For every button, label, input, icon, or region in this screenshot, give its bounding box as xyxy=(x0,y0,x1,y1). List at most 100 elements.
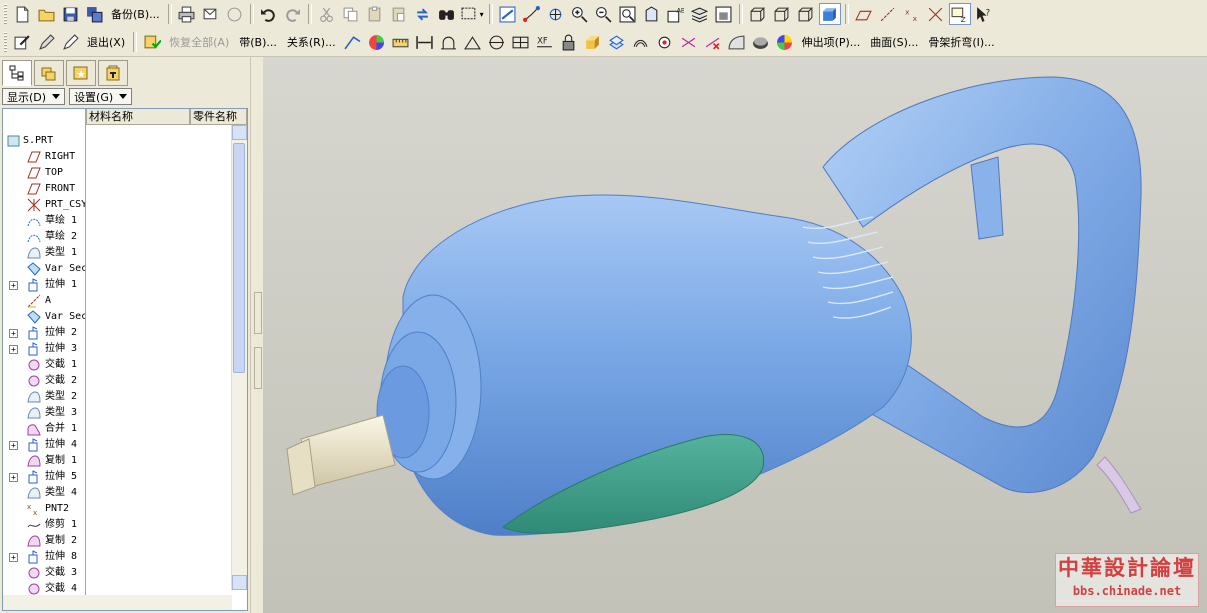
relation-button[interactable]: 关系(R)... xyxy=(283,31,340,53)
layers-icon[interactable] xyxy=(689,3,711,25)
tree-item[interactable]: 交截 2 xyxy=(3,373,85,389)
tree-item[interactable]: Var Sect Sweep xyxy=(3,309,85,325)
tree-vertical-scrollbar[interactable] xyxy=(231,125,247,590)
settings-menu[interactable]: 设置(G) xyxy=(69,88,133,105)
tree-item[interactable]: 复制 2 xyxy=(3,533,85,549)
reorient-icon[interactable] xyxy=(641,3,663,25)
section-icon[interactable] xyxy=(510,31,532,53)
saved-views-icon[interactable]: AB xyxy=(665,3,687,25)
find-icon[interactable] xyxy=(436,3,458,25)
angle-icon[interactable] xyxy=(462,31,484,53)
tree-item[interactable]: PRT_CSYS xyxy=(3,197,85,213)
tree-item[interactable]: S.PRT xyxy=(3,133,85,149)
diameter-icon[interactable] xyxy=(486,31,508,53)
hidden-line-icon[interactable] xyxy=(771,3,793,25)
restore-icon[interactable] xyxy=(141,31,163,53)
surface-area-icon[interactable] xyxy=(438,31,460,53)
color-appearance-icon[interactable] xyxy=(366,31,388,53)
tree-item[interactable]: + 拉伸 2 xyxy=(3,325,85,341)
select-box-icon[interactable]: ▾ xyxy=(460,3,485,25)
connections-tab[interactable] xyxy=(98,60,128,86)
expand-icon[interactable]: + xyxy=(9,441,18,450)
stacked-surfaces-icon[interactable] xyxy=(606,31,628,53)
blend-icon[interactable] xyxy=(630,31,652,53)
distance-icon[interactable] xyxy=(414,31,436,53)
rib-icon[interactable] xyxy=(702,31,724,53)
tree-item[interactable]: 修剪 1 xyxy=(3,517,85,533)
tree-item[interactable]: + 拉伸 3 xyxy=(3,341,85,357)
round-icon[interactable] xyxy=(726,31,748,53)
draft-icon[interactable] xyxy=(654,31,676,53)
panel-splitter[interactable] xyxy=(250,57,264,613)
edit-definition-icon[interactable] xyxy=(11,31,33,53)
exit-button[interactable]: 退出(X) xyxy=(83,31,129,53)
column-header-part[interactable]: 零件名称 xyxy=(190,109,247,125)
shading-icon[interactable] xyxy=(818,3,841,25)
save-icon[interactable] xyxy=(59,3,81,25)
tree-item[interactable]: Var Sect Sweep xyxy=(3,261,85,277)
scroll-down-arrow[interactable] xyxy=(232,575,247,590)
expand-icon[interactable]: + xyxy=(9,281,18,290)
tree-item[interactable]: 草绘 2 xyxy=(3,229,85,245)
tree-item[interactable]: 草绘 1 xyxy=(3,213,85,229)
new-file-icon[interactable] xyxy=(11,3,33,25)
band-button[interactable]: 带(B)... xyxy=(235,31,281,53)
expand-icon[interactable]: + xyxy=(9,553,18,562)
tree-item[interactable]: A xyxy=(3,293,85,309)
tree-item[interactable]: 类型 4 xyxy=(3,485,85,501)
tree-item[interactable]: + 拉伸 8 xyxy=(3,549,85,565)
model-tree-tab[interactable] xyxy=(2,60,32,86)
extrude-item-button[interactable]: 伸出项(P)... xyxy=(798,31,865,53)
print-icon[interactable] xyxy=(176,3,198,25)
tree-item[interactable]: 类型 1 xyxy=(3,245,85,261)
tree-item[interactable]: 合并 1 xyxy=(3,421,85,437)
column-header-material[interactable]: 材料名称 xyxy=(86,109,190,125)
folder-browser-tab[interactable] xyxy=(34,60,64,86)
display-menu[interactable]: 显示(D) xyxy=(2,88,66,105)
analysis-icon[interactable] xyxy=(774,31,796,53)
zoom-out-icon[interactable] xyxy=(593,3,615,25)
insert-mode-icon[interactable] xyxy=(59,31,81,53)
wireframe-icon[interactable] xyxy=(747,3,769,25)
tree-item[interactable]: + 拉伸 1 xyxy=(3,277,85,293)
transform-icon[interactable]: XF xyxy=(534,31,556,53)
favorites-tab[interactable] xyxy=(66,60,96,86)
scroll-up-arrow[interactable] xyxy=(232,125,247,140)
tree-item[interactable]: TOP xyxy=(3,165,85,181)
backup-button[interactable]: 备份(B)... xyxy=(107,3,164,25)
graphics-viewport[interactable]: 中華設計論壇 bbs.chinade.net xyxy=(263,57,1207,613)
email-icon[interactable] xyxy=(200,3,222,25)
toolbar-grip[interactable] xyxy=(4,32,7,52)
chamfer-icon[interactable] xyxy=(750,31,772,53)
tree-horizontal-scrollbar[interactable] xyxy=(3,595,232,610)
refit-icon[interactable] xyxy=(617,3,639,25)
regenerate-icon[interactable] xyxy=(412,3,434,25)
save-copy-icon[interactable] xyxy=(83,3,105,25)
help-arrow-icon[interactable]: ? xyxy=(973,3,995,25)
expand-icon[interactable]: + xyxy=(9,345,18,354)
spinal-bend-button[interactable]: 骨架折弯(I)... xyxy=(924,31,998,53)
spin-center-icon[interactable] xyxy=(521,3,543,25)
tree-item[interactable]: + 拉伸 5 xyxy=(3,469,85,485)
tree-item[interactable]: 交截 1 xyxy=(3,357,85,373)
tree-item[interactable]: 类型 3 xyxy=(3,405,85,421)
sketch-tool-icon[interactable] xyxy=(35,31,57,53)
annotation-icon[interactable]: Z xyxy=(948,3,971,25)
surface-button[interactable]: 曲面(S)... xyxy=(866,31,922,53)
coord-sys-icon[interactable] xyxy=(925,3,947,25)
no-hidden-icon[interactable] xyxy=(795,3,817,25)
tree-item[interactable]: 类型 2 xyxy=(3,389,85,405)
view-manager-icon[interactable] xyxy=(713,3,735,25)
curve-icon[interactable] xyxy=(342,31,364,53)
shell-icon[interactable] xyxy=(678,31,700,53)
expand-icon[interactable]: + xyxy=(9,329,18,338)
box-feature-icon[interactable] xyxy=(582,31,604,53)
collapse-left-handle[interactable] xyxy=(254,292,262,334)
measure-icon[interactable] xyxy=(390,31,412,53)
zoom-in-icon[interactable] xyxy=(569,3,591,25)
undo-icon[interactable] xyxy=(258,3,280,25)
open-folder-icon[interactable] xyxy=(35,3,57,25)
tree-item[interactable]: + 拉伸 4 xyxy=(3,437,85,453)
tree-item[interactable]: RIGHT xyxy=(3,149,85,165)
lock-icon[interactable] xyxy=(558,31,580,53)
